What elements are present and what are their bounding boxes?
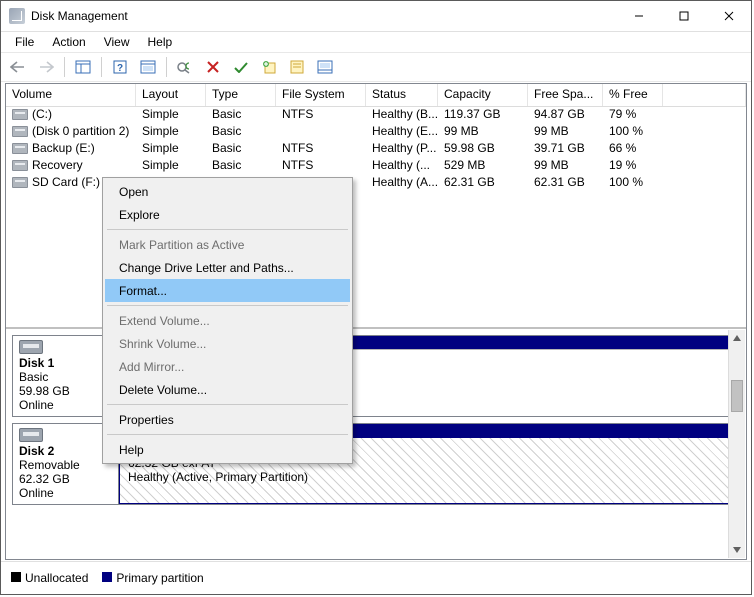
menu-item-add-mirror: Add Mirror... bbox=[105, 355, 350, 378]
minimize-button[interactable] bbox=[616, 2, 661, 31]
column-spacer bbox=[663, 84, 746, 106]
column-layout[interactable]: Layout bbox=[136, 84, 206, 106]
maximize-button[interactable] bbox=[661, 2, 706, 31]
forward-button[interactable] bbox=[33, 54, 59, 80]
menu-item-properties[interactable]: Properties bbox=[105, 408, 350, 431]
legend-primary-partition: Primary partition bbox=[102, 571, 203, 585]
new-volume-button[interactable] bbox=[256, 54, 282, 80]
titlebar: Disk Management bbox=[1, 1, 751, 32]
column-pct[interactable]: % Free bbox=[603, 84, 663, 106]
help-button[interactable]: ? bbox=[107, 54, 133, 80]
toolbar: ? bbox=[1, 52, 751, 82]
table-row[interactable]: (Disk 0 partition 2)SimpleBasicHealthy (… bbox=[6, 124, 746, 141]
commit-button[interactable] bbox=[228, 54, 254, 80]
close-button[interactable] bbox=[706, 2, 751, 31]
column-free[interactable]: Free Spa... bbox=[528, 84, 603, 106]
menu-item-shrink-volume: Shrink Volume... bbox=[105, 332, 350, 355]
disk2-state: Online bbox=[19, 486, 112, 500]
menubar: File Action View Help bbox=[1, 32, 751, 52]
disk-management-icon bbox=[9, 8, 25, 24]
menu-item-explore[interactable]: Explore bbox=[105, 203, 350, 226]
menu-item-extend-volume: Extend Volume... bbox=[105, 309, 350, 332]
refresh-button[interactable] bbox=[172, 54, 198, 80]
window-title: Disk Management bbox=[31, 9, 616, 23]
disk1-state: Online bbox=[19, 398, 112, 412]
disk2-size: 62.32 GB bbox=[19, 472, 112, 486]
settings-top-button[interactable] bbox=[135, 54, 161, 80]
legend-unallocated: Unallocated bbox=[11, 571, 88, 585]
column-filesystem[interactable]: File System bbox=[276, 84, 366, 106]
delete-button[interactable] bbox=[200, 54, 226, 80]
properties-button[interactable] bbox=[284, 54, 310, 80]
legend: Unallocated Primary partition bbox=[1, 561, 751, 594]
menu-item-open[interactable]: Open bbox=[105, 180, 350, 203]
table-row[interactable]: (C:)SimpleBasicNTFSHealthy (B...119.37 G… bbox=[6, 107, 746, 124]
scroll-thumb[interactable] bbox=[731, 380, 743, 412]
disk-icon bbox=[19, 340, 43, 354]
context-menu[interactable]: OpenExplore Mark Partition as ActiveChang… bbox=[102, 177, 353, 464]
menu-item-mark-partition-as-active: Mark Partition as Active bbox=[105, 233, 350, 256]
disk1-type: Basic bbox=[19, 370, 112, 384]
menu-file[interactable]: File bbox=[7, 33, 42, 51]
menu-item-format[interactable]: Format... bbox=[105, 279, 350, 302]
table-row[interactable]: RecoverySimpleBasicNTFSHealthy (...529 M… bbox=[6, 158, 746, 175]
column-type[interactable]: Type bbox=[206, 84, 276, 106]
column-capacity[interactable]: Capacity bbox=[438, 84, 528, 106]
column-status[interactable]: Status bbox=[366, 84, 438, 106]
disk-icon bbox=[19, 428, 43, 442]
show-hide-console-tree-button[interactable] bbox=[70, 54, 96, 80]
disk1-label: Disk 1 bbox=[19, 356, 112, 370]
menu-item-delete-volume[interactable]: Delete Volume... bbox=[105, 378, 350, 401]
svg-text:?: ? bbox=[117, 63, 123, 74]
table-row[interactable]: Backup (E:)SimpleBasicNTFSHealthy (P...5… bbox=[6, 141, 746, 158]
disk2-label: Disk 2 bbox=[19, 444, 112, 458]
back-button[interactable] bbox=[5, 54, 31, 80]
menu-item-change-drive-letter-and-paths[interactable]: Change Drive Letter and Paths... bbox=[105, 256, 350, 279]
disk1-size: 59.98 GB bbox=[19, 384, 112, 398]
menu-action[interactable]: Action bbox=[44, 33, 93, 51]
settings-bottom-button[interactable] bbox=[312, 54, 338, 80]
disk2-type: Removable bbox=[19, 458, 112, 472]
menu-item-help[interactable]: Help bbox=[105, 438, 350, 461]
disk-management-window: Disk Management File Action View Help ? … bbox=[0, 0, 752, 595]
vertical-scrollbar[interactable] bbox=[728, 330, 745, 558]
column-volume[interactable]: Volume bbox=[6, 84, 136, 106]
volume-list-header: Volume Layout Type File System Status Ca… bbox=[6, 84, 746, 107]
menu-view[interactable]: View bbox=[96, 33, 138, 51]
scroll-up-arrow[interactable] bbox=[729, 330, 745, 346]
partition-status: Healthy (Active, Primary Partition) bbox=[128, 470, 308, 484]
menu-help[interactable]: Help bbox=[140, 33, 181, 51]
scroll-down-arrow[interactable] bbox=[729, 542, 745, 558]
